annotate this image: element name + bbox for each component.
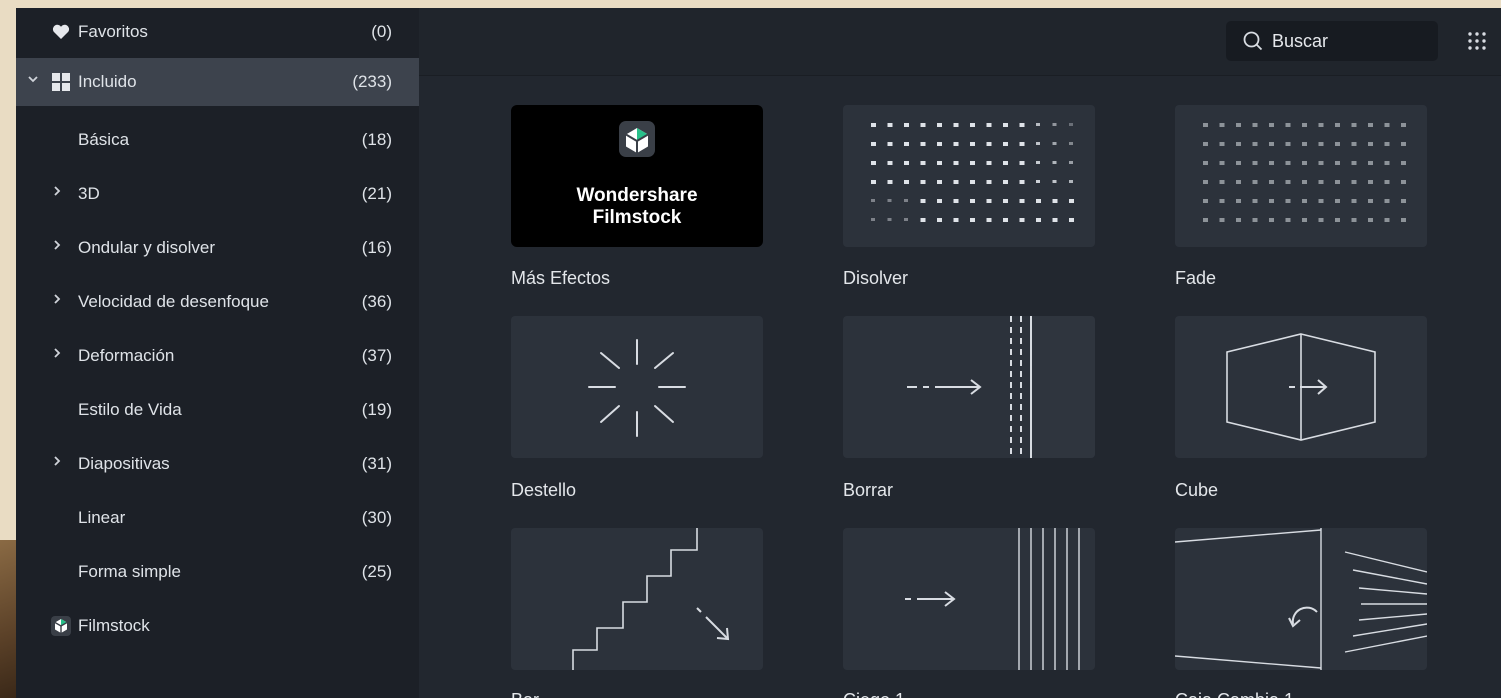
tile-cube[interactable] xyxy=(1175,316,1427,458)
sidebar-item-label: Linear xyxy=(78,508,126,527)
search-icon xyxy=(1243,31,1263,51)
grid-icon xyxy=(52,73,70,91)
tile-label: Cube xyxy=(1175,480,1219,500)
sidebar-item-diapositivas[interactable]: Diapositivas (31) xyxy=(16,440,419,488)
tile-mas-efectos[interactable]: Wondershare Filmstock xyxy=(511,105,763,247)
heart-icon xyxy=(52,24,70,39)
tile-label: Ciego 1 xyxy=(843,690,905,698)
brand-line-2: Filmstock xyxy=(592,207,682,228)
chevron-right-icon[interactable] xyxy=(48,346,66,364)
filmstock-logo-icon xyxy=(619,121,655,157)
sidebar-item-label: Favoritos xyxy=(78,22,148,41)
search-box[interactable] xyxy=(1226,21,1438,61)
chevron-right-icon[interactable] xyxy=(48,184,66,202)
chevron-down-icon[interactable] xyxy=(24,72,42,90)
brand-name: Wondershare Filmstock xyxy=(511,185,763,229)
sidebar-item-label: Estilo de Vida xyxy=(78,400,182,419)
chevron-right-icon[interactable] xyxy=(48,292,66,310)
sidebar-item-ondular-y-disolver[interactable]: Ondular y disolver (16) xyxy=(16,224,419,272)
wipe-preview-icon xyxy=(907,316,1095,458)
tile-borrar[interactable] xyxy=(843,316,1095,458)
sidebar-item-label: Filmstock xyxy=(78,616,150,635)
sidebar-item-count: (30) xyxy=(361,508,392,527)
sidebar-item-label: Básica xyxy=(78,130,130,149)
sidebar-item-label: Deformación xyxy=(78,346,175,365)
tile-label: Borrar xyxy=(843,480,894,500)
transitions-grid: Wondershare Filmstock Más Efectos Disolv… xyxy=(419,76,1501,698)
sidebar-item-forma-simple[interactable]: Forma simple (25) xyxy=(16,548,419,596)
sidebar-item-count: (21) xyxy=(361,184,392,203)
sidebar-item-linear[interactable]: Linear (30) xyxy=(16,494,419,542)
filmstock-logo-icon xyxy=(51,616,71,636)
dots-grid-icon[interactable] xyxy=(1466,30,1488,52)
tile-label: Destello xyxy=(511,480,577,500)
sidebar-item-deformacion[interactable]: Deformación (37) xyxy=(16,332,419,380)
sidebar-item-count: (36) xyxy=(361,292,392,311)
sidebar-item-count: (25) xyxy=(361,562,392,581)
search-input[interactable] xyxy=(1272,29,1422,53)
sidebar-item-count: (31) xyxy=(361,454,392,473)
transitions-panel: Favoritos (0) Incluido (233) Básica (18) xyxy=(16,8,1501,698)
sidebar-item-estilo-de-vida[interactable]: Estilo de Vida (19) xyxy=(16,386,419,434)
blinds-preview-icon xyxy=(905,528,1080,670)
tile-caja-cambia-1[interactable] xyxy=(1175,528,1427,670)
sidebar-item-velocidad-de-desenfoque[interactable]: Velocidad de desenfoque (36) xyxy=(16,278,419,326)
category-sidebar: Favoritos (0) Incluido (233) Básica (18) xyxy=(16,8,419,698)
desk-background xyxy=(0,540,16,698)
sidebar-item-count: (18) xyxy=(361,130,392,149)
sidebar-item-count: (19) xyxy=(361,400,392,419)
tile-label: Más Efectos xyxy=(511,268,611,288)
sidebar-item-label: Diapositivas xyxy=(78,454,170,473)
tile-label: Fade xyxy=(1175,268,1217,288)
tile-ciego-1[interactable] xyxy=(843,528,1095,670)
sidebar-item-count: (0) xyxy=(371,22,392,41)
sidebar-item-label: Velocidad de desenfoque xyxy=(78,292,269,311)
tile-bar[interactable] xyxy=(511,528,763,670)
sidebar-item-incluido[interactable]: Incluido (233) xyxy=(16,58,419,106)
tile-disolver[interactable] xyxy=(843,105,1095,247)
tile-label: Bar xyxy=(511,690,539,698)
box-flip-preview-icon xyxy=(1175,528,1427,670)
sidebar-item-label: Ondular y disolver xyxy=(78,238,216,257)
sidebar-item-label: 3D xyxy=(78,184,100,203)
cube-preview-icon xyxy=(1226,333,1376,441)
sidebar-item-count: (16) xyxy=(361,238,392,257)
tile-fade[interactable] xyxy=(1175,105,1427,247)
chevron-right-icon[interactable] xyxy=(48,238,66,256)
sidebar-item-filmstock[interactable]: Filmstock xyxy=(16,602,419,650)
tile-label: Disolver xyxy=(843,268,909,288)
tile-label: Caja Cambia 1 xyxy=(1175,690,1294,698)
chevron-right-icon[interactable] xyxy=(48,454,66,472)
sidebar-item-favoritos[interactable]: Favoritos (0) xyxy=(16,8,419,56)
top-toolbar xyxy=(419,8,1501,76)
sidebar-item-3d[interactable]: 3D (21) xyxy=(16,170,419,218)
brand-line-1: Wondershare xyxy=(576,185,698,206)
sidebar-item-count: (37) xyxy=(361,346,392,365)
fade-preview-icon xyxy=(1203,123,1406,222)
sidebar-item-label: Incluido xyxy=(78,72,137,91)
sidebar-item-label: Forma simple xyxy=(78,562,181,581)
sidebar-item-basica[interactable]: Básica (18) xyxy=(16,116,419,164)
flash-preview-icon xyxy=(588,339,686,437)
dissolve-preview-icon xyxy=(871,123,1074,222)
tile-destello[interactable] xyxy=(511,316,763,458)
bar-preview-icon xyxy=(572,528,730,670)
sidebar-item-count: (233) xyxy=(352,72,392,91)
